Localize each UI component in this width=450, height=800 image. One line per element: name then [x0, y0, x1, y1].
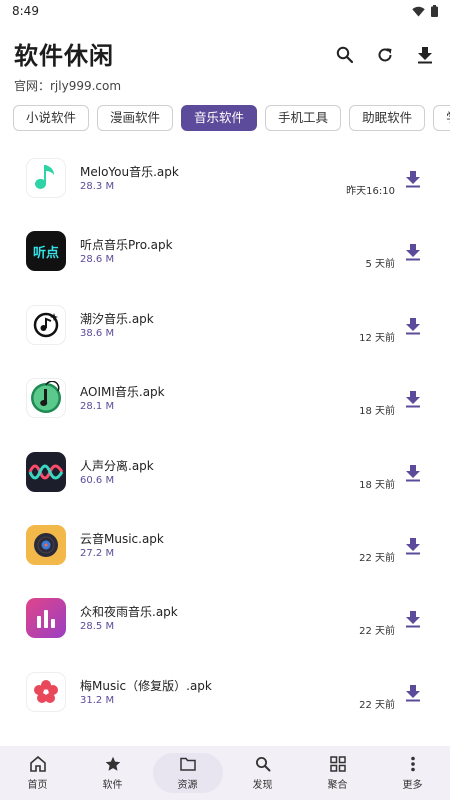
list-item[interactable]: 众和夜雨音乐.apk 28.5 M 22 天前: [0, 590, 450, 663]
app-date: 昨天16:10: [346, 186, 395, 197]
download-icon[interactable]: [405, 243, 421, 261]
search-icon: [336, 46, 354, 64]
download-icon[interactable]: [405, 684, 421, 702]
nav-apps[interactable]: 软件: [75, 746, 150, 800]
nav-active-pill: 资源: [152, 753, 223, 793]
list-item[interactable]: AOIMI音乐.apk 28.1 M 18 天前: [0, 370, 450, 443]
app-size: 28.1 M: [80, 401, 115, 413]
app-date: 18 天前: [359, 479, 395, 491]
tingdian-logo-icon: 听点: [26, 231, 66, 272]
nav-label: 资源: [177, 780, 198, 791]
list-item[interactable]: 听点 听点音乐Pro.apk 28.6 M 5 天前: [0, 223, 450, 296]
app-name: 梅Music（修复版）.apk: [80, 678, 212, 693]
nav-resources[interactable]: 资源: [150, 746, 225, 800]
folder-icon: [179, 755, 197, 773]
app-size: 28.3 M: [80, 181, 115, 192]
wifi-icon: [412, 6, 425, 16]
app-date: 22 天前: [359, 626, 395, 638]
waveform-icon: [26, 451, 66, 492]
refresh-button[interactable]: [374, 44, 396, 66]
nav-aggregate[interactable]: 聚合: [300, 746, 375, 800]
app-date: 5 天前: [365, 259, 395, 271]
nav-discover[interactable]: 发现: [225, 746, 300, 800]
app-header: 软件休闲 官网：rjly999.com: [14, 36, 121, 94]
tab-sleep-apps[interactable]: 助眠软件: [349, 105, 426, 131]
search-icon: [254, 755, 272, 773]
app-name: 听点音乐Pro.apk: [80, 238, 173, 253]
tab-comic-apps[interactable]: 漫画软件: [97, 105, 174, 131]
tingdian-logo-text: 听点: [32, 245, 59, 261]
grid-icon: [329, 755, 347, 773]
app-size: 27.2 M: [80, 547, 115, 559]
list-item[interactable]: 梅Music（修复版）.apk 31.2 M 22 天前: [0, 664, 450, 737]
app-screen: 8:49 软件休闲 官网：rjly999.com 小说软件 漫画软件 音乐软件 手机工…: [0, 0, 450, 800]
star-icon: [104, 755, 122, 773]
refresh-icon: [378, 48, 392, 62]
app-name: 潮汐音乐.apk: [80, 311, 154, 326]
home-icon: [29, 755, 47, 773]
website-label: 官网：rjly999.com: [14, 79, 122, 93]
page-title: 软件休闲: [14, 42, 114, 70]
app-name: 云音Music.apk: [80, 531, 164, 546]
app-name: 众和夜雨音乐.apk: [80, 605, 178, 620]
app-date: 22 天前: [359, 699, 395, 711]
nav-more[interactable]: 更多: [375, 746, 450, 800]
app-date: 18 天前: [359, 406, 395, 418]
tab-novel-apps[interactable]: 小说软件: [13, 105, 90, 131]
green-note-icon: [26, 378, 66, 419]
more-icon: [404, 755, 422, 773]
app-date: 12 天前: [359, 332, 395, 344]
app-size: 38.6 M: [80, 327, 115, 339]
app-size: 31.2 M: [80, 694, 115, 706]
list-item[interactable]: 人声分离.apk 60.6 M 18 天前: [0, 444, 450, 517]
app-size: 60.6 M: [80, 474, 115, 486]
download-icon[interactable]: [405, 170, 421, 188]
tab-study-apps[interactable]: 学: [433, 105, 450, 131]
app-size: 28.5 M: [80, 621, 115, 633]
app-date: 22 天前: [359, 552, 395, 564]
status-time: 8:49: [12, 4, 39, 18]
nav-home[interactable]: 首页: [0, 746, 75, 800]
search-button[interactable]: [334, 44, 356, 66]
download-button[interactable]: [414, 44, 436, 66]
app-name: 人声分离.apk: [80, 458, 154, 473]
tide-music-icon: [26, 304, 66, 345]
vinyl-icon: [26, 524, 66, 565]
download-icon[interactable]: [405, 317, 421, 335]
bar-chart-icon: [26, 598, 66, 639]
download-icon[interactable]: [405, 610, 421, 628]
battery-icon: [431, 5, 438, 17]
list-item[interactable]: 潮汐音乐.apk 38.6 M 12 天前: [0, 297, 450, 370]
category-tabs: 小说软件漫画软件音乐软件手机工具助眠软件学: [13, 105, 450, 133]
music-note-icon: [26, 158, 66, 198]
nav-label: 软件: [102, 780, 123, 791]
nav-label: 更多: [402, 780, 423, 791]
app-list: MeloYou音乐.apk 28.3 M 昨天16:10 听点 听点音乐Pro.…: [0, 150, 450, 737]
tab-music-apps[interactable]: 音乐软件: [181, 105, 258, 131]
bottom-navigation: 首页 软件 资源 发现 聚合 更多: [0, 746, 450, 800]
app-name: MeloYou音乐.apk: [80, 165, 179, 179]
plum-blossom-icon: [26, 671, 66, 712]
download-icon[interactable]: [405, 390, 421, 408]
nav-label: 聚合: [327, 780, 348, 791]
list-item[interactable]: MeloYou音乐.apk 28.3 M 昨天16:10: [0, 150, 450, 223]
status-bar: 8:49: [0, 0, 450, 22]
download-icon[interactable]: [405, 464, 421, 482]
app-size: 28.6 M: [80, 254, 115, 266]
tab-phone-tools[interactable]: 手机工具: [265, 105, 342, 131]
nav-label: 发现: [252, 780, 273, 791]
app-name: AOIMI音乐.apk: [80, 385, 165, 400]
list-item[interactable]: 云音Music.apk 27.2 M 22 天前: [0, 517, 450, 590]
download-icon[interactable]: [405, 537, 421, 555]
header-actions: [334, 44, 436, 66]
download-icon: [418, 47, 432, 64]
nav-label: 首页: [27, 780, 48, 791]
